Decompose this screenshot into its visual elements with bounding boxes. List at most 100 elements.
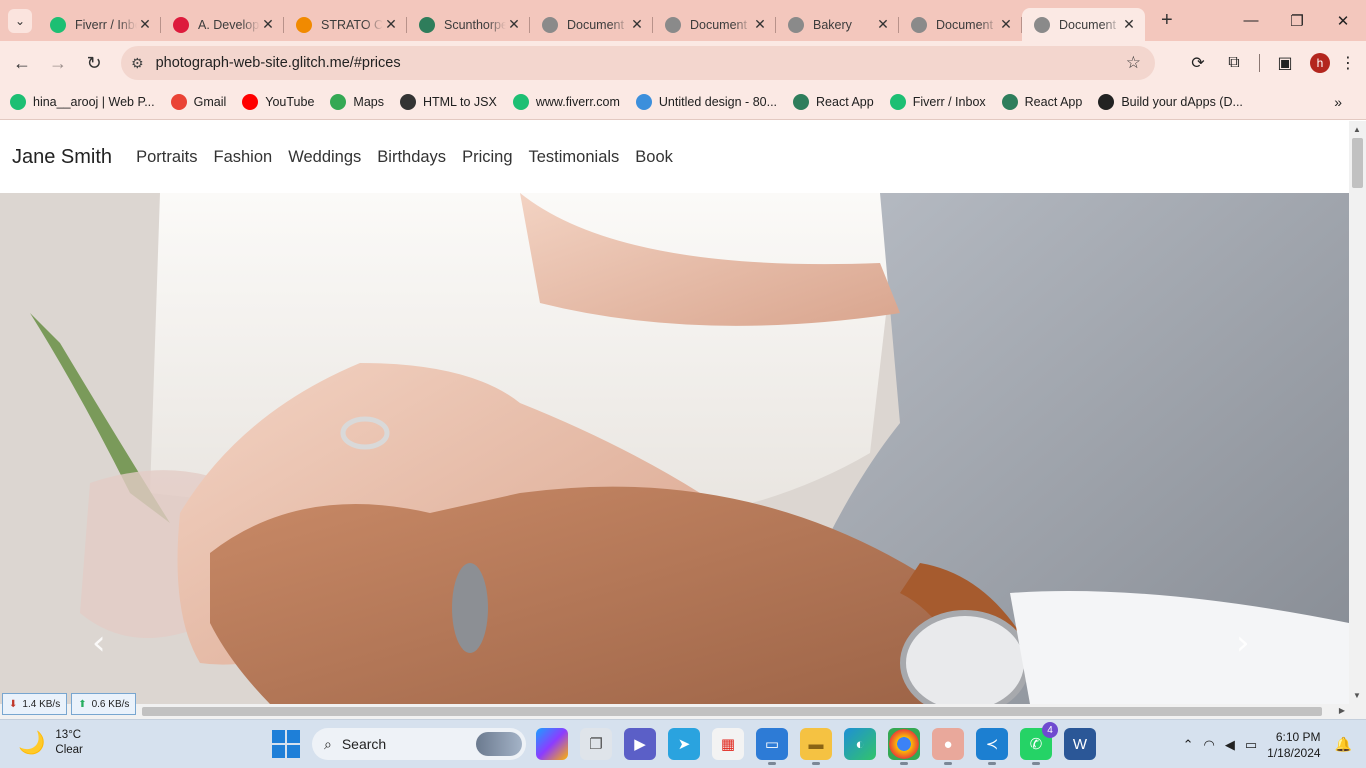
close-tab-icon[interactable]: ✕ (752, 16, 768, 33)
carousel-prev-icon[interactable]: ‹ (92, 623, 106, 663)
chrome-profile-icon[interactable]: ● (932, 728, 964, 765)
close-tab-icon[interactable]: ✕ (383, 16, 399, 33)
more-bookmarks-icon[interactable]: » (1334, 94, 1342, 110)
windows-taskbar: 🌙 13°C Clear ⌕ Search ❐ ▶ ➤ ▦ ▭ ▬ ◐ ● ≺ … (0, 719, 1366, 768)
upload-speed-value: 0.6 KB/s (91, 698, 130, 710)
vscode-icon[interactable]: ≺ (976, 728, 1008, 765)
close-window-icon[interactable]: ✕ (1320, 0, 1366, 41)
bookmark-item[interactable]: React App (1001, 94, 1083, 110)
bookmark-label: React App (1024, 95, 1083, 109)
nav-link-testimonials[interactable]: Testimonials (529, 148, 620, 167)
telegram-icon[interactable]: ➤ (668, 728, 700, 760)
browser-tab[interactable]: Document ✕ (899, 8, 1022, 41)
site-brand[interactable]: Jane Smith (12, 146, 112, 169)
nav-link-book[interactable]: Book (635, 148, 673, 167)
app-window-icon[interactable]: ▭ (756, 728, 788, 765)
file-explorer-icon[interactable]: ▬ (800, 728, 832, 765)
bookmark-item[interactable]: React App (793, 94, 874, 110)
angular-icon (173, 16, 189, 33)
bookmark-item[interactable]: hina__arooj | Web P... (10, 94, 155, 110)
tab-search-button[interactable]: ⌄ (8, 8, 32, 33)
word-icon[interactable]: W (1064, 728, 1096, 760)
battery-icon[interactable]: ▭ (1245, 737, 1257, 753)
address-bar[interactable]: ⚙ photograph-web-site.glitch.me/#prices … (121, 46, 1155, 80)
bookmark-item[interactable]: YouTube (242, 94, 314, 110)
browser-tab[interactable]: Document ✕ (653, 8, 776, 41)
close-tab-icon[interactable]: ✕ (998, 16, 1014, 33)
browser-menu-icon[interactable]: ⋮ (1340, 53, 1356, 73)
weather-widget[interactable]: 🌙 13°C Clear (18, 728, 83, 758)
notification-bell-icon[interactable]: 🔔 (1335, 736, 1352, 753)
groom-ring (452, 563, 488, 653)
restore-icon[interactable]: ❐ (1274, 0, 1320, 41)
chrome-icon[interactable] (888, 728, 920, 765)
whatsapp-icon[interactable]: ✆ 4 (1020, 722, 1058, 765)
start-button[interactable] (272, 730, 300, 758)
nav-link-weddings[interactable]: Weddings (288, 148, 361, 167)
browser-tab[interactable]: STRATO Customer✕ (284, 8, 407, 41)
carousel-next-icon[interactable]: › (1236, 623, 1250, 663)
canva-icon (635, 94, 652, 110)
nav-link-portraits[interactable]: Portraits (136, 148, 197, 167)
microsoft-store-icon[interactable]: ▦ (712, 728, 744, 760)
chevron-up-icon[interactable]: ⌃ (1183, 737, 1194, 753)
forward-button[interactable]: → (40, 45, 76, 81)
bookmark-label: www.fiverr.com (535, 95, 620, 109)
vertical-scroll-thumb[interactable] (1352, 138, 1363, 188)
sync-extension-icon[interactable]: ⟳ (1187, 53, 1209, 73)
scroll-right-icon[interactable]: ▶ (1339, 706, 1345, 715)
side-panel-icon[interactable]: ▣ (1274, 53, 1296, 73)
tab-title: Bakery (813, 17, 852, 32)
bookmark-item[interactable]: Untitled design - 80... (635, 94, 777, 110)
tab-title: Document (567, 17, 624, 32)
close-tab-icon[interactable]: ✕ (137, 16, 153, 33)
site-info-icon[interactable]: ⚙ (131, 55, 144, 72)
scroll-up-icon[interactable]: ▲ (1353, 125, 1361, 134)
clock[interactable]: 6:10 PM 1/18/2024 (1267, 729, 1320, 761)
bookmark-star-icon[interactable]: ☆ (1126, 53, 1141, 73)
volume-icon[interactable]: ◀ (1225, 737, 1235, 753)
horizontal-scrollbar[interactable]: ▶ (0, 704, 1349, 719)
browser-tab[interactable]: Document ✕ (1022, 8, 1145, 41)
close-tab-icon[interactable]: ✕ (260, 16, 276, 33)
browser-tab[interactable]: Document ✕ (530, 8, 653, 41)
extensions-icon[interactable]: ⧉ (1223, 54, 1245, 72)
close-tab-icon[interactable]: ✕ (875, 16, 891, 33)
reload-button[interactable]: ↻ (76, 45, 112, 81)
copilot-icon[interactable] (536, 728, 568, 760)
task-view-icon[interactable]: ❐ (580, 728, 612, 760)
new-tab-button[interactable]: + (1161, 9, 1173, 32)
bookmark-item[interactable]: Gmail (170, 94, 226, 110)
url-text[interactable]: photograph-web-site.glitch.me/#prices (156, 55, 401, 71)
bookmark-label: HTML to JSX (422, 95, 497, 109)
back-button[interactable]: ← (4, 45, 40, 81)
profile-avatar[interactable]: h (1310, 53, 1330, 73)
tab-title: Document (1059, 17, 1116, 32)
close-tab-icon[interactable]: ✕ (629, 16, 645, 33)
download-arrow-icon: ⬇ (9, 698, 18, 710)
bookmark-item[interactable]: HTML to JSX (399, 94, 497, 110)
close-tab-icon[interactable]: ✕ (506, 16, 522, 33)
browser-tab[interactable]: Scunthorpe ✕ (407, 8, 530, 41)
horizontal-scroll-thumb[interactable] (142, 707, 1322, 716)
wifi-icon[interactable]: ◠ (1204, 737, 1215, 753)
bookmark-item[interactable]: Fiverr / Inbox (889, 94, 986, 110)
taskbar-search[interactable]: ⌕ Search (312, 728, 526, 760)
browser-tab[interactable]: Fiverr / Inbox✕ (38, 8, 161, 41)
close-tab-icon[interactable]: ✕ (1121, 16, 1137, 33)
nav-link-fashion[interactable]: Fashion (214, 148, 273, 167)
scroll-down-icon[interactable]: ▼ (1353, 691, 1361, 700)
minimize-icon[interactable]: — (1228, 0, 1274, 41)
bookmark-item[interactable]: Maps (330, 94, 384, 110)
edge-icon[interactable]: ◐ (844, 728, 876, 760)
bookmark-item[interactable]: www.fiverr.com (512, 94, 620, 110)
vertical-scrollbar[interactable]: ▲ ▼ (1349, 121, 1366, 704)
teams-icon[interactable]: ▶ (624, 728, 656, 760)
browser-tab[interactable]: Bakery ✕ (776, 8, 899, 41)
nav-link-birthdays[interactable]: Birthdays (377, 148, 446, 167)
upload-speed: ⬆ 0.6 KB/s (71, 693, 137, 715)
browser-tab[interactable]: A. Developer✕ (161, 8, 284, 41)
download-speed: ⬇ 1.4 KB/s (2, 693, 68, 715)
bookmark-item[interactable]: Build your dApps (D... (1098, 94, 1243, 110)
nav-link-pricing[interactable]: Pricing (462, 148, 512, 167)
